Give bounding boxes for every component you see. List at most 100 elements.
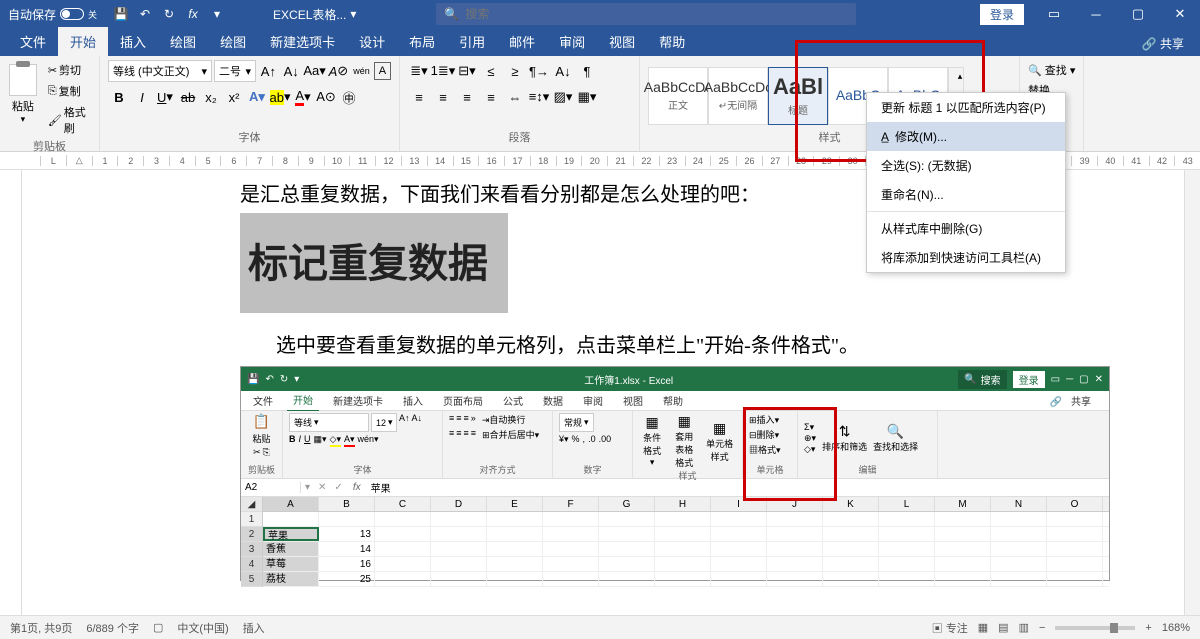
autosave-toggle[interactable]: 自动保存 关 [0, 6, 105, 23]
ex-sort[interactable]: ⇅排序和筛选 [822, 423, 867, 453]
ltr-icon[interactable]: ¶→ [528, 60, 550, 82]
fx-icon[interactable]: fx [183, 4, 203, 24]
ex-color-icon[interactable]: A▾ [344, 434, 355, 447]
style-heading1[interactable]: AaBl标题 [768, 67, 828, 125]
italic-icon[interactable]: I [131, 86, 153, 108]
tab-references[interactable]: 引用 [447, 27, 497, 56]
ex-tab-newtab[interactable]: 新建选项卡 [327, 390, 389, 411]
tab-view[interactable]: 视图 [597, 27, 647, 56]
superscript-icon[interactable]: x² [223, 86, 245, 108]
ex-max-icon[interactable]: ▢ [1079, 374, 1088, 385]
ex-format[interactable]: ▦格式▾ [749, 443, 781, 456]
close-icon[interactable]: ✕ [1160, 0, 1200, 28]
focus-mode[interactable]: ▣ 专注 [932, 620, 968, 636]
style-nospacing[interactable]: AaBbCcDc↵无间隔 [708, 67, 768, 125]
font-color-icon[interactable]: A▾ [292, 86, 314, 108]
save-icon[interactable]: 💾 [111, 4, 131, 24]
tab-design[interactable]: 设计 [347, 27, 397, 56]
ex-tab-formulas[interactable]: 公式 [497, 390, 529, 411]
phonetic-icon[interactable]: wén [351, 60, 372, 82]
ex-tab-data[interactable]: 数据 [537, 390, 569, 411]
numbering-icon[interactable]: 1≣▾ [432, 60, 454, 82]
ex-undo-icon[interactable]: ↶ [265, 374, 273, 385]
increase-indent-icon[interactable]: ≥ [504, 60, 526, 82]
ribbon-options-icon[interactable]: ▭ [1034, 0, 1074, 28]
tab-file[interactable]: 文件 [8, 27, 58, 56]
ex-font-size[interactable]: 12▾ [371, 413, 397, 432]
menu-remove-gallery[interactable]: 从样式库中删除(G) [867, 214, 1065, 243]
align-left-icon[interactable]: ≡ [408, 86, 430, 108]
ex-cut-icon[interactable]: ✂ [253, 447, 261, 458]
ex-phonetic[interactable]: wén▾ [358, 434, 379, 447]
ex-number-format[interactable]: 常规▾ [559, 413, 594, 432]
subscript-icon[interactable]: x₂ [200, 86, 222, 108]
zoom-in[interactable]: + [1145, 622, 1151, 634]
align-right-icon[interactable]: ≡ [456, 86, 478, 108]
fx-label[interactable]: fx [347, 482, 367, 493]
ex-table-format[interactable]: ▦套用 表格格式 [671, 413, 697, 469]
document-name[interactable]: EXCEL表格...▾ [273, 6, 356, 23]
ex-opts-icon[interactable]: ▭ [1051, 374, 1060, 385]
toggle-icon[interactable] [60, 8, 84, 20]
borders-icon[interactable]: ▦▾ [576, 86, 598, 108]
view-web-icon[interactable]: ▥ [1019, 621, 1029, 634]
menu-update-style[interactable]: 更新 标题 1 以匹配所选内容(P) [867, 93, 1065, 122]
ex-border-icon[interactable]: ▦▾ [314, 434, 327, 447]
excel-search[interactable]: 🔍 搜索 [958, 370, 1006, 389]
format-painter-button[interactable]: 🖌格式刷 [44, 102, 91, 138]
ex-fill-icon[interactable]: ◇▾ [330, 434, 341, 447]
ex-find[interactable]: 🔍查找和选择 [873, 423, 918, 453]
ex-tab-help[interactable]: 帮助 [657, 390, 689, 411]
change-case-icon[interactable]: Aa▾ [304, 60, 326, 82]
ex-tab-layout[interactable]: 页面布局 [437, 390, 489, 411]
strike-icon[interactable]: ab [177, 86, 199, 108]
underline-icon[interactable]: U▾ [154, 86, 176, 108]
decrease-indent-icon[interactable]: ≤ [480, 60, 502, 82]
redo-icon[interactable]: ↻ [159, 4, 179, 24]
tab-mail[interactable]: 邮件 [497, 27, 547, 56]
highlight-icon[interactable]: ab▾ [269, 86, 291, 108]
cut-button[interactable]: ✂剪切 [44, 60, 91, 80]
tab-draw1[interactable]: 绘图 [158, 27, 208, 56]
undo-icon[interactable]: ↶ [135, 4, 155, 24]
ex-close-icon[interactable]: ✕ [1095, 374, 1103, 385]
ex-italic[interactable]: I [299, 434, 302, 447]
menu-select-all[interactable]: 全选(S): (无数据) [867, 151, 1065, 180]
search-box[interactable]: 🔍 [436, 3, 856, 25]
tab-home[interactable]: 开始 [58, 27, 108, 56]
ex-tab-file[interactable]: 文件 [247, 390, 279, 411]
spell-icon[interactable]: ▢ [153, 621, 163, 634]
find-button[interactable]: 🔍 查找 ▾ [1028, 60, 1075, 80]
view-read-icon[interactable]: ▤ [998, 621, 1008, 634]
menu-rename[interactable]: 重命名(N)... [867, 180, 1065, 209]
zoom-level[interactable]: 168% [1162, 622, 1190, 634]
line-spacing-icon[interactable]: ≡↕▾ [528, 86, 550, 108]
vertical-ruler[interactable] [0, 170, 22, 615]
ex-insert[interactable]: ⊞插入▾ [749, 413, 779, 426]
justify-icon[interactable]: ≡ [480, 86, 502, 108]
tab-review[interactable]: 审阅 [547, 27, 597, 56]
selected-heading[interactable]: 标记重复数据 [240, 213, 508, 313]
ex-font-family[interactable]: 等线▾ [289, 413, 369, 432]
bullets-icon[interactable]: ≣▾ [408, 60, 430, 82]
tab-layout[interactable]: 布局 [397, 27, 447, 56]
multilevel-icon[interactable]: ⊟▾ [456, 60, 478, 82]
shading-icon[interactable]: ▨▾ [552, 86, 574, 108]
style-up-icon[interactable]: ▴ [949, 68, 971, 87]
sort-icon[interactable]: A↓ [552, 60, 574, 82]
decrease-font-icon[interactable]: A↓ [281, 60, 302, 82]
distribute-icon[interactable]: ⇔ [504, 86, 526, 108]
ex-tab-review[interactable]: 审阅 [577, 390, 609, 411]
copy-button[interactable]: ⎘复制 [44, 81, 91, 101]
language-status[interactable]: 中文(中国) [177, 620, 228, 636]
font-size-select[interactable]: 二号▾ [214, 60, 256, 82]
tab-insert[interactable]: 插入 [108, 27, 158, 56]
maximize-icon[interactable]: ▢ [1118, 0, 1158, 28]
menu-add-qat[interactable]: 将库添加到快速访问工具栏(A) [867, 243, 1065, 272]
ex-copy-icon[interactable]: ⎘ [263, 447, 270, 458]
tab-draw2[interactable]: 绘图 [208, 27, 258, 56]
menu-modify-style[interactable]: A̲修改(M)... [867, 122, 1065, 151]
ex-tab-home[interactable]: 开始 [287, 389, 319, 412]
excel-login[interactable]: 登录 [1013, 371, 1045, 388]
zoom-slider[interactable] [1055, 626, 1135, 630]
